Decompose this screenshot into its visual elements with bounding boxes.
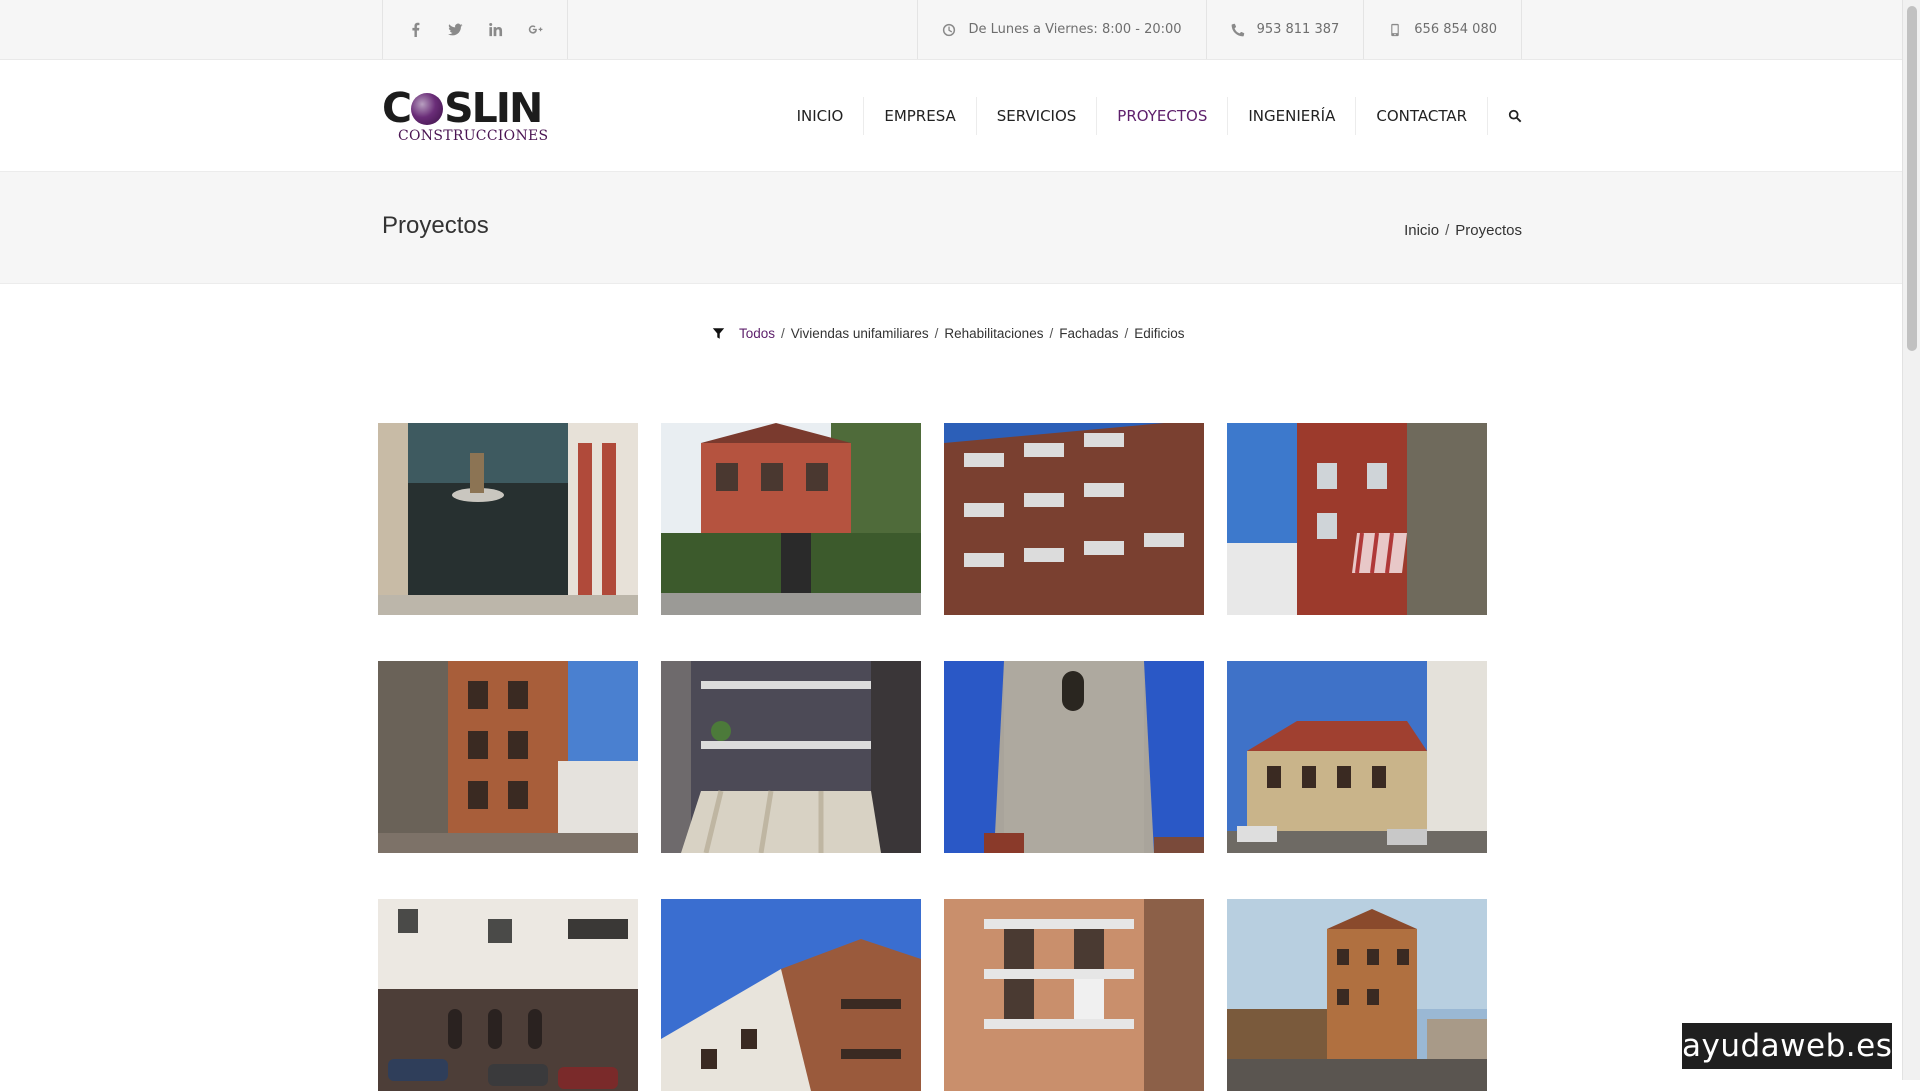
nav-ingenieria[interactable]: INGENIERÍA [1228,96,1357,135]
project-photo-4[interactable] [1227,423,1487,615]
page-scrollbar[interactable] [1902,0,1920,1080]
social-links [382,0,568,59]
page-title: Proyectos [382,212,489,239]
nav-proyectos[interactable]: PROYECTOS [1097,96,1229,135]
nav-contactar[interactable]: CONTACTAR [1356,96,1488,135]
top-bar: De Lunes a Viernes: 8:00 - 20:00 953 811… [0,0,1902,60]
phone-icon [1231,23,1244,36]
project-photo-1[interactable] [378,423,638,615]
filter-separator: / [934,326,939,341]
filter-rehabilitaciones[interactable]: Rehabilitaciones [944,326,1043,341]
contact-info: De Lunes a Viernes: 8:00 - 20:00 953 811… [917,0,1522,59]
mobile-text: 656 854 080 [1414,22,1497,37]
nav-inicio[interactable]: INICIO [777,96,865,135]
mobile[interactable]: 656 854 080 [1363,0,1522,59]
project-photo-6[interactable] [661,661,921,853]
filter-icon [712,328,725,339]
logo-globe-icon [411,93,444,125]
breadcrumb-home[interactable]: Inicio [1404,222,1439,239]
nav-empresa[interactable]: EMPRESA [864,96,977,135]
page-title-bar: Proyectos Inicio / Proyectos [0,172,1902,284]
project-photo-2[interactable] [661,423,921,615]
breadcrumb: Inicio / Proyectos [1404,222,1522,239]
search-icon [1508,109,1522,122]
breadcrumb-current: Proyectos [1455,222,1522,239]
project-gallery [378,423,1508,1091]
filter-todos[interactable]: Todos [739,326,775,341]
filter-viviendas[interactable]: Viviendas unifamiliares [791,326,929,341]
phone-text: 953 811 387 [1256,22,1340,37]
project-photo-12[interactable] [1227,899,1487,1091]
logo-wordmark: C SLIN [382,84,543,132]
google-plus-icon[interactable] [515,0,555,59]
watermark: ayudaweb.es [1682,1023,1892,1069]
top-bar-inner: De Lunes a Viernes: 8:00 - 20:00 953 811… [382,0,1522,59]
filter-separator: / [1124,326,1129,341]
filter-edificios[interactable]: Edificios [1134,326,1184,341]
linkedin-icon[interactable] [475,0,515,59]
main-header: C SLIN CONSTRUCCIONES INICIO EMPRESA SERV… [0,60,1902,172]
facebook-icon[interactable] [395,0,435,59]
project-photo-10[interactable] [661,899,921,1091]
project-photo-5[interactable] [378,661,638,853]
project-photo-3[interactable] [944,423,1204,615]
logo-subtitle: CONSTRUCCIONES [398,128,549,144]
main-nav: INICIO EMPRESA SERVICIOS PROYECTOS INGEN… [777,60,1522,171]
project-filter: Todos / Viviendas unifamiliares / Rehabi… [712,326,1185,341]
mobile-icon [1391,23,1400,36]
twitter-icon[interactable] [435,0,475,59]
phone[interactable]: 953 811 387 [1205,0,1364,59]
clock-icon [943,23,956,36]
logo[interactable]: C SLIN CONSTRUCCIONES [382,84,549,146]
search-button[interactable] [1488,97,1522,135]
project-photo-7[interactable] [944,661,1204,853]
breadcrumb-separator: / [1445,222,1450,239]
filter-separator: / [1049,326,1054,341]
nav-servicios[interactable]: SERVICIOS [977,96,1098,135]
project-photo-8[interactable] [1227,661,1487,853]
opening-hours-text: De Lunes a Viernes: 8:00 - 20:00 [968,22,1182,37]
opening-hours: De Lunes a Viernes: 8:00 - 20:00 [917,0,1205,59]
filter-separator: / [781,326,785,341]
project-photo-11[interactable] [944,899,1204,1091]
filter-fachadas[interactable]: Fachadas [1059,326,1118,341]
scrollbar-thumb[interactable] [1907,6,1917,351]
project-photo-9[interactable] [378,899,638,1091]
